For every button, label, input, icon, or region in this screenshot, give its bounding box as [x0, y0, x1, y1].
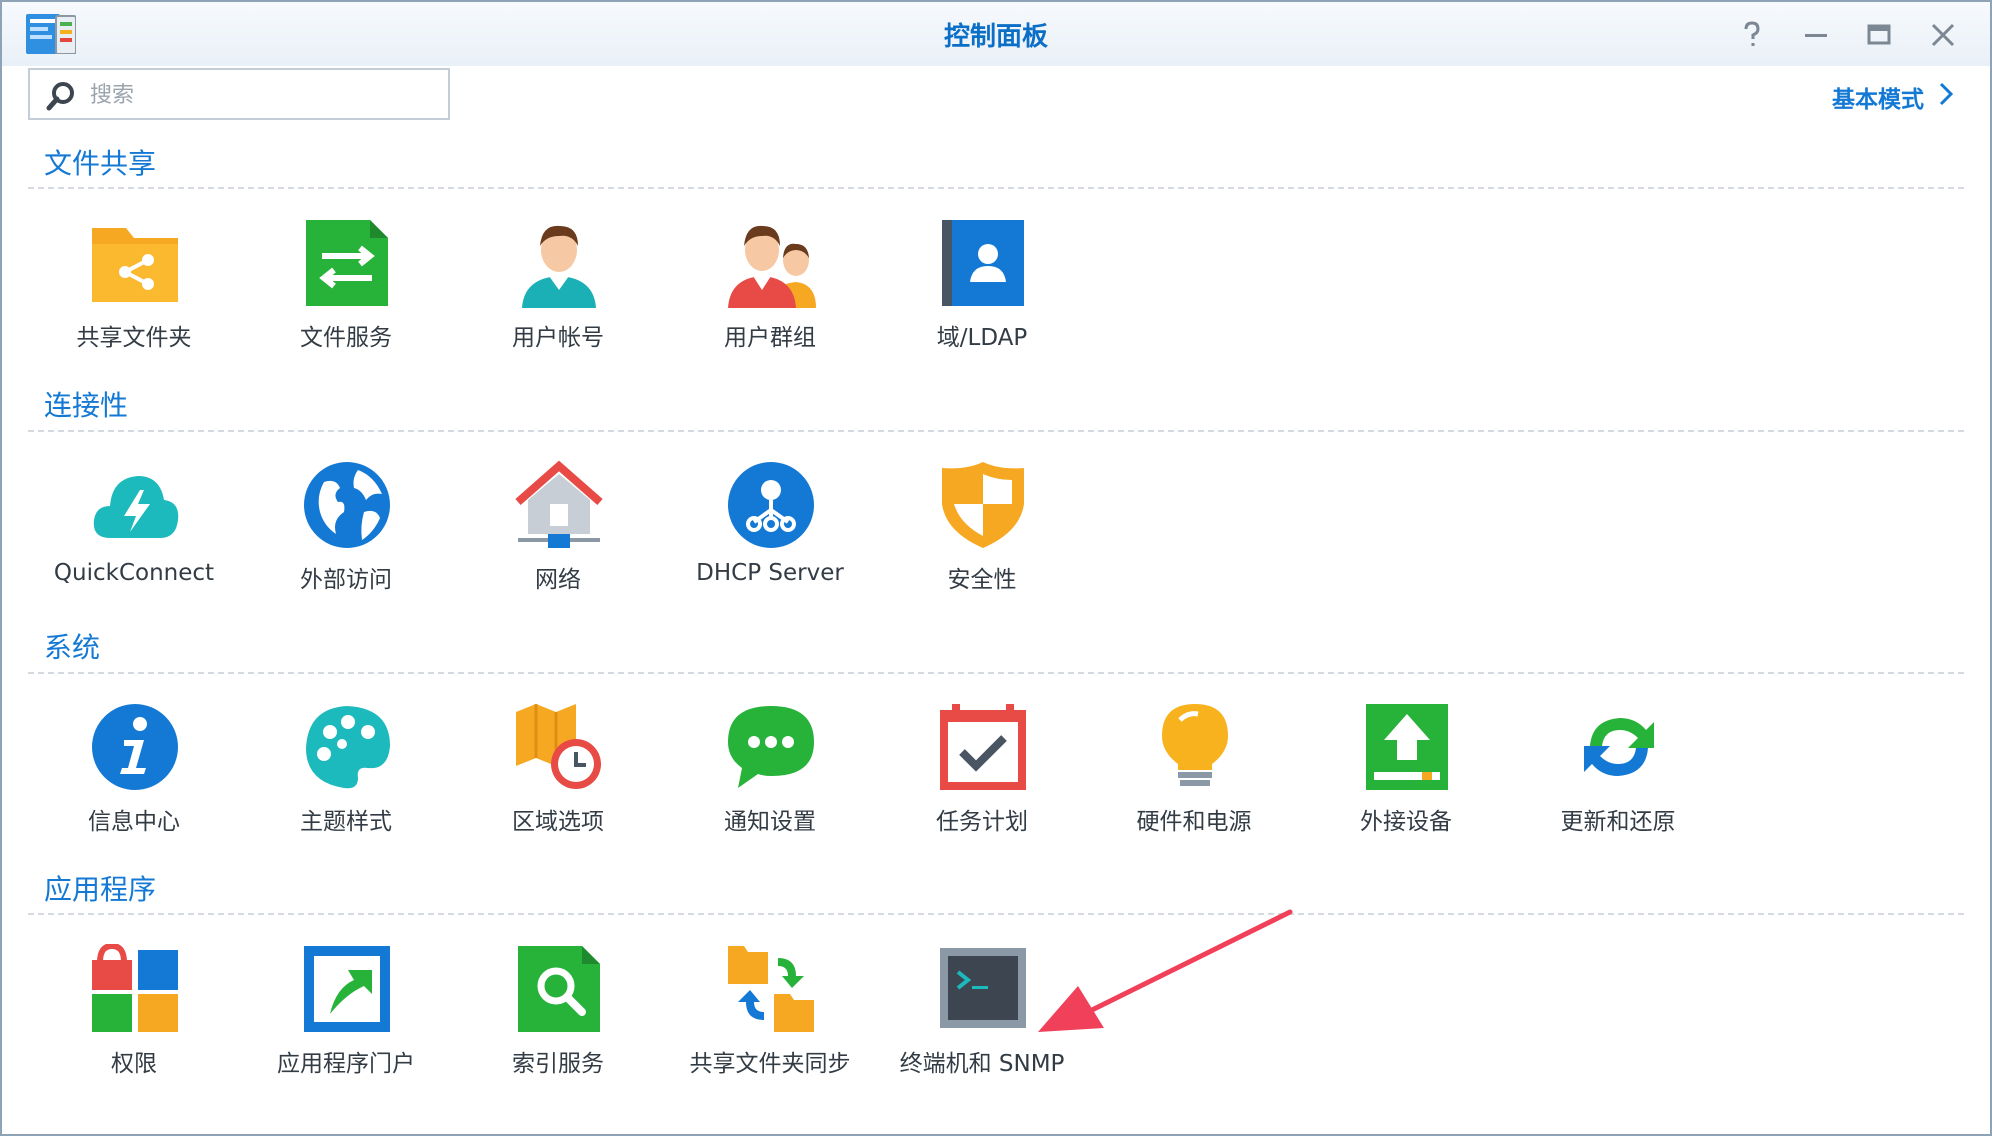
terminal-icon — [938, 944, 1028, 1034]
section-title-file-sharing: 文件共享 — [44, 147, 157, 180]
item-external-devices[interactable]: 外接设备 — [1300, 702, 1512, 852]
quickconnect-cloud-icon — [90, 460, 180, 550]
item-regional-options[interactable]: 区域选项 — [452, 702, 664, 852]
divider — [28, 913, 1964, 915]
item-info-center[interactable]: 信息中心 — [28, 702, 240, 852]
item-label: 主题样式 — [300, 809, 392, 835]
item-label: 更新和还原 — [1560, 809, 1676, 835]
item-shared-folder[interactable]: 共享文件夹 — [28, 218, 240, 368]
item-security[interactable]: 安全性 — [876, 460, 1088, 610]
item-label: 域/LDAP — [936, 325, 1028, 351]
item-label: 区域选项 — [512, 809, 604, 835]
item-label: 用户帐号 — [512, 325, 604, 351]
item-label: 应用程序门户 — [277, 1051, 415, 1077]
maximize-icon[interactable] — [1862, 18, 1896, 52]
title-bar: 控制面板 — [2, 2, 1990, 66]
refresh-icon — [1574, 702, 1664, 792]
section-title-connectivity: 连接性 — [44, 389, 129, 422]
item-label: 权限 — [111, 1051, 157, 1077]
divider — [28, 430, 1964, 432]
item-user-group[interactable]: 用户群组 — [664, 218, 876, 368]
divider — [28, 187, 1964, 189]
close-icon[interactable] — [1926, 18, 1960, 52]
minimize-icon[interactable] — [1799, 18, 1833, 52]
network-house-icon — [514, 460, 604, 550]
directory-icon — [938, 218, 1028, 308]
item-label: 终端机和 SNMP — [899, 1051, 1065, 1077]
item-task-scheduler[interactable]: 任务计划 — [876, 702, 1088, 852]
upload-device-icon — [1362, 702, 1452, 792]
item-label: 共享文件夹同步 — [689, 1051, 851, 1077]
annotation-arrow — [1022, 902, 1322, 1042]
item-label: 外部访问 — [300, 567, 392, 593]
section-title-system: 系统 — [44, 631, 101, 664]
divider — [28, 672, 1964, 674]
calendar-check-icon — [938, 702, 1028, 792]
item-privileges[interactable]: 权限 — [28, 942, 240, 1094]
item-label: 硬件和电源 — [1136, 809, 1252, 835]
item-label: 文件服务 — [300, 325, 392, 351]
item-dhcp-server[interactable]: DHCP Server — [664, 460, 876, 610]
search-box[interactable] — [28, 68, 450, 120]
globe-icon — [302, 460, 392, 550]
item-hardware-power[interactable]: 硬件和电源 — [1088, 702, 1300, 852]
portal-arrow-icon — [302, 944, 392, 1034]
basic-mode-link[interactable]: 基本模式 — [1832, 80, 1956, 114]
palette-icon — [302, 702, 392, 792]
item-label: 网络 — [535, 567, 581, 593]
item-label: DHCP Server — [696, 560, 844, 586]
item-label: 安全性 — [947, 567, 1017, 593]
item-label: 信息中心 — [88, 809, 180, 835]
chevron-right-icon — [1936, 81, 1956, 113]
item-application-portal[interactable]: 应用程序门户 — [240, 944, 452, 1094]
basic-mode-label: 基本模式 — [1832, 87, 1924, 113]
privileges-grid-icon — [90, 942, 180, 1034]
control-panel-window: 控制面板 基本模式 文件共享 共享文件夹 — [0, 0, 1992, 1136]
item-label: 用户群组 — [724, 325, 816, 351]
item-domain-ldap[interactable]: 域/LDAP — [876, 218, 1088, 368]
item-label: 任务计划 — [936, 809, 1028, 835]
shared-folder-icon — [90, 218, 180, 308]
chat-bubble-icon — [726, 702, 816, 792]
search-document-icon — [514, 944, 604, 1034]
light-bulb-icon — [1150, 702, 1240, 792]
user-icon — [514, 218, 604, 308]
help-icon[interactable] — [1735, 18, 1769, 52]
folder-sync-icon — [726, 944, 816, 1034]
item-file-services[interactable]: 文件服务 — [240, 218, 452, 368]
item-label: QuickConnect — [53, 560, 215, 586]
item-label: 通知设置 — [724, 809, 816, 835]
item-user-account[interactable]: 用户帐号 — [452, 218, 664, 368]
section-title-applications: 应用程序 — [44, 873, 157, 906]
item-notification[interactable]: 通知设置 — [664, 702, 876, 852]
search-icon — [46, 81, 76, 111]
file-services-icon — [302, 218, 392, 308]
map-clock-icon — [514, 702, 604, 792]
shield-icon — [938, 460, 1028, 550]
item-label: 外接设备 — [1360, 809, 1452, 835]
item-update-restore[interactable]: 更新和还原 — [1512, 702, 1724, 852]
window-title: 控制面板 — [943, 22, 1048, 52]
search-input[interactable] — [88, 78, 432, 112]
item-label: 索引服务 — [512, 1051, 604, 1077]
item-label: 共享文件夹 — [76, 325, 192, 351]
item-indexing-service[interactable]: 索引服务 — [452, 944, 664, 1094]
user-group-icon — [726, 218, 816, 308]
item-external-access[interactable]: 外部访问 — [240, 460, 452, 610]
item-theme[interactable]: 主题样式 — [240, 702, 452, 852]
dhcp-server-icon — [726, 460, 816, 550]
item-shared-folder-sync[interactable]: 共享文件夹同步 — [664, 944, 876, 1094]
info-icon — [90, 702, 180, 792]
item-network[interactable]: 网络 — [452, 460, 664, 610]
item-quickconnect[interactable]: QuickConnect — [28, 460, 240, 610]
